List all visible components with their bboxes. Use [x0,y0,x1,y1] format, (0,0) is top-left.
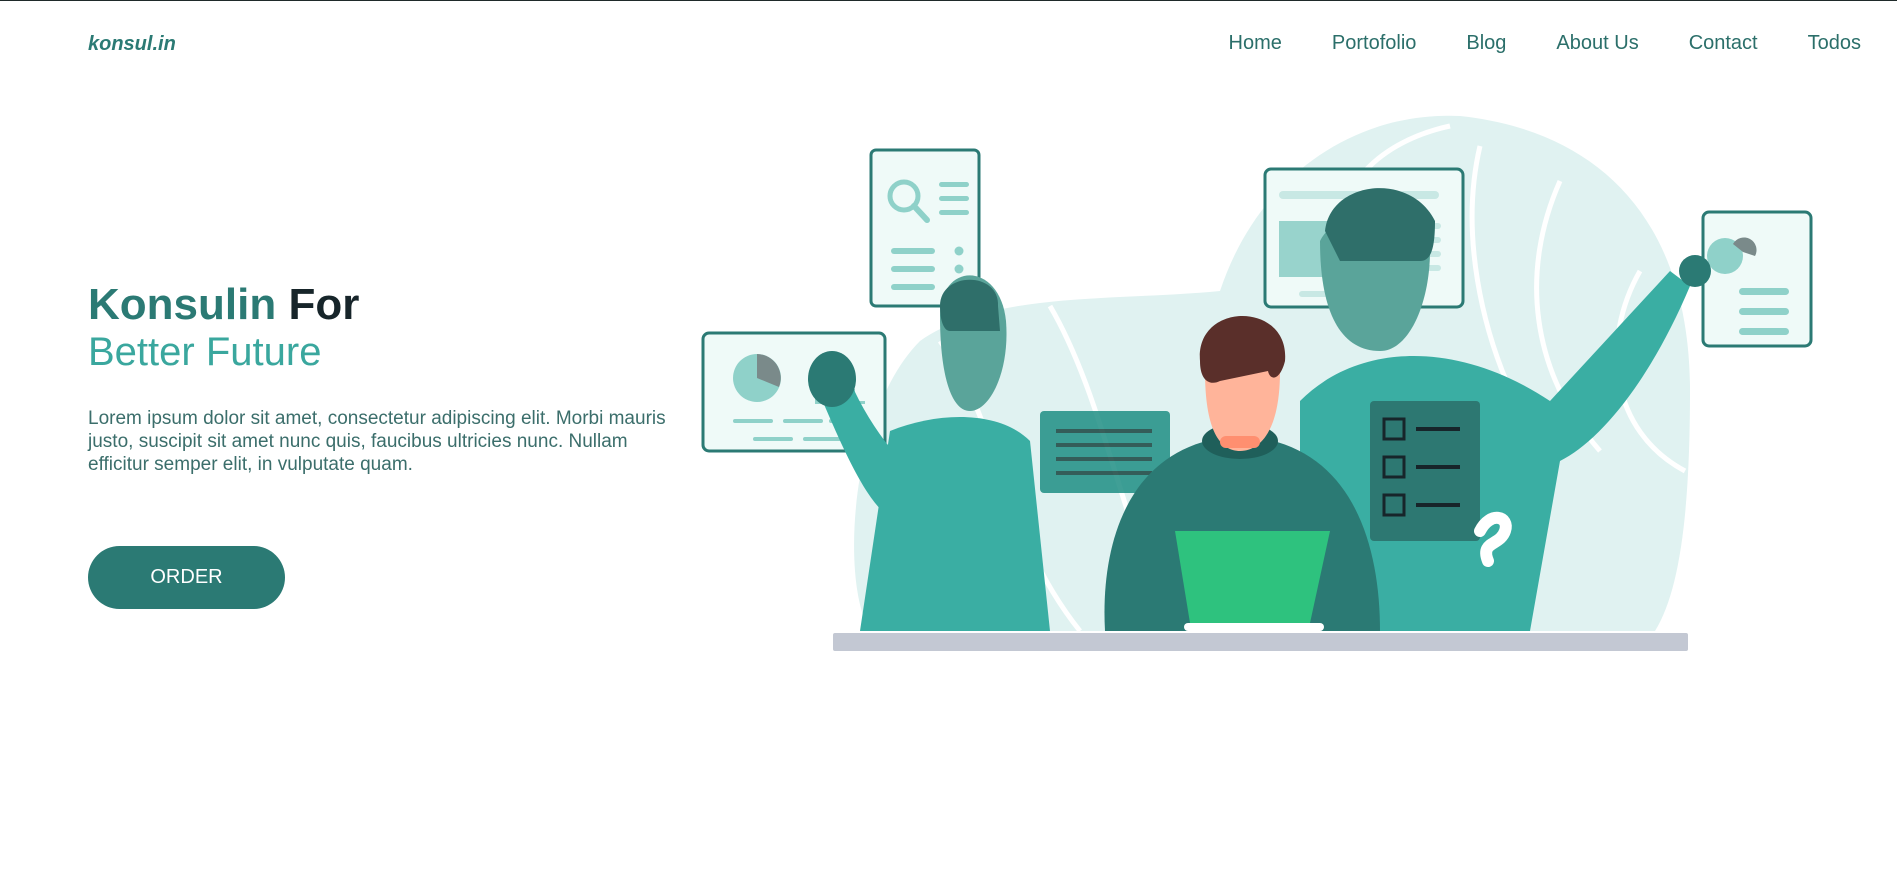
hero-section: Konsulin For Better Future Lorem ipsum d… [88,279,688,476]
hero-subtitle: Better Future [88,330,322,374]
desk [833,633,1688,651]
order-button[interactable]: ORDER [88,546,285,609]
nav-links: Home Portofolio Blog About Us Contact To… [1229,32,1861,55]
nav-link-about-us[interactable]: About Us [1556,32,1638,55]
report-card [1701,210,1813,348]
laptop [1175,531,1330,631]
nav-link-home[interactable]: Home [1229,32,1282,55]
navbar: konsul.in Home Portofolio Blog About Us … [0,1,1897,89]
nav-link-portofolio[interactable]: Portofolio [1332,32,1417,55]
checklist-board [1370,401,1480,541]
hero-title-accent: Konsulin [88,280,277,329]
nav-link-todos[interactable]: Todos [1808,32,1861,55]
hero-description: Lorem ipsum dolor sit amet, consectetur … [88,408,666,475]
nav-link-blog[interactable]: Blog [1466,32,1506,55]
hero-title: Konsulin For [88,279,688,331]
nav-link-contact[interactable]: Contact [1689,32,1758,55]
brand-logo[interactable]: konsul.in [88,33,176,56]
hero-title-rest: For [288,280,360,329]
team-consulting-illustration-icon [701,115,1813,651]
